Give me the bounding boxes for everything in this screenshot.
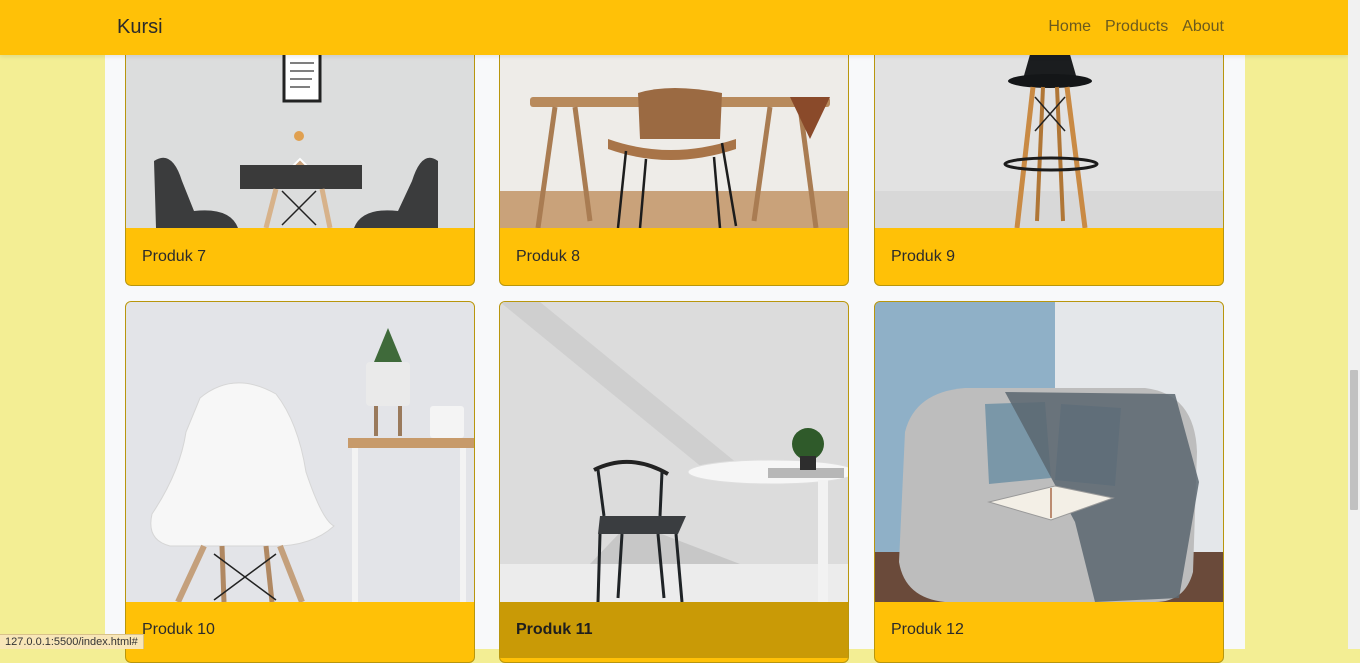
product-name: Produk 8	[516, 248, 581, 265]
scrollbar-thumb[interactable]	[1350, 370, 1358, 510]
product-name: Produk 11	[500, 602, 848, 658]
product-name: Produk 10	[142, 621, 215, 638]
nav-products-link[interactable]: Products	[1105, 18, 1168, 36]
product-card-8[interactable]: Produk 8	[499, 20, 849, 286]
product-card-11[interactable]: Produk 11	[499, 301, 849, 663]
nav-about-link[interactable]: About	[1182, 18, 1224, 36]
vertical-scrollbar[interactable]	[1348, 0, 1360, 649]
product-image	[500, 302, 848, 602]
browser-status-url: 127.0.0.1:5500/index.html#	[0, 634, 144, 649]
nav-links: Home Products About	[1048, 18, 1224, 36]
product-card-12[interactable]: Produk 12	[874, 301, 1224, 663]
product-card-10[interactable]: Produk 10	[125, 301, 475, 663]
navbar: Kursi Home Products About	[0, 0, 1348, 55]
product-name: Produk 12	[891, 621, 964, 638]
product-image	[126, 302, 474, 602]
product-name: Produk 9	[891, 248, 956, 265]
brand-logo[interactable]: Kursi	[117, 16, 163, 39]
product-card-9[interactable]: Produk 9	[874, 20, 1224, 286]
product-name: Produk 7	[142, 248, 207, 265]
product-image	[875, 302, 1223, 602]
product-card-7[interactable]: Produk 7	[125, 20, 475, 286]
nav-home-link[interactable]: Home	[1048, 18, 1091, 36]
